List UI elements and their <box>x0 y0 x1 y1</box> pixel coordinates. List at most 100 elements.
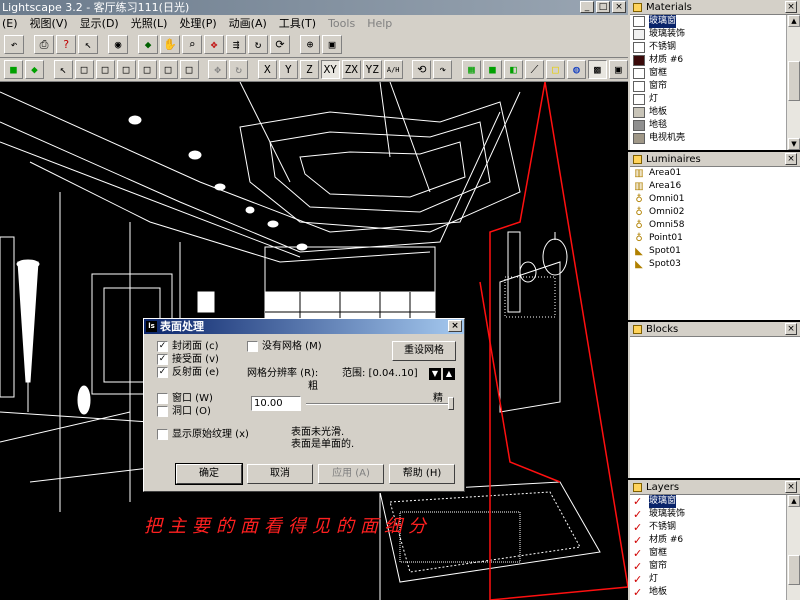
check-icon[interactable]: ✓ <box>633 548 645 559</box>
wire-cube-5-icon[interactable]: □ <box>158 60 178 79</box>
menu-light[interactable]: 光照(L) <box>131 15 168 32</box>
minimize-button[interactable]: _ <box>580 1 594 13</box>
materials-close-icon[interactable]: × <box>785 1 797 13</box>
reflecting-surface-checkbox[interactable]: ✓ <box>157 367 168 378</box>
menu-help[interactable]: Help <box>367 15 392 32</box>
rotate-object-icon[interactable]: ↻ <box>229 60 249 79</box>
materials-list[interactable]: 玻璃窗 玻璃装饰 不锈钢 材质 #6 窗框 窗帘 灯 地板 地毯 电视机壳 ▲ … <box>630 15 800 150</box>
solid-cube-icon[interactable]: ■ <box>482 60 502 79</box>
no-mesh-checkbox[interactable] <box>247 341 258 352</box>
cube-green2-icon[interactable]: ◧ <box>503 60 523 79</box>
pin-icon[interactable] <box>633 3 642 12</box>
luminaires-close-icon[interactable]: × <box>785 153 797 165</box>
list-item[interactable]: ▥ Area01 <box>630 167 800 180</box>
help-button[interactable]: 帮助 (H) <box>389 464 455 484</box>
window-label[interactable]: 窗口 (W) <box>172 392 213 405</box>
cube-green-icon[interactable]: ■ <box>4 60 23 79</box>
wire-cube-6-icon[interactable]: □ <box>179 60 199 79</box>
mesh-resolution-input[interactable]: 10.00 <box>251 396 301 411</box>
scroll-thumb[interactable] <box>788 61 800 101</box>
plane-yz-button[interactable]: YZ <box>362 60 382 79</box>
menu-display[interactable]: 显示(D) <box>80 15 119 32</box>
layers-close-icon[interactable]: × <box>785 481 797 493</box>
camera-icon[interactable]: ◉ <box>108 35 128 54</box>
move-icon[interactable]: ✥ <box>208 60 228 79</box>
list-item[interactable]: ♁ Omni02 <box>630 206 800 219</box>
plane-zx-button[interactable]: ZX <box>341 60 361 79</box>
render-icon[interactable]: ▩ <box>587 60 607 79</box>
zoom-icon[interactable]: ⊕ <box>300 35 320 54</box>
show-texture-checkbox[interactable] <box>157 429 168 440</box>
opening-label[interactable]: 洞口 (O) <box>172 405 211 418</box>
dolly-icon[interactable]: ⇶ <box>226 35 246 54</box>
curve-icon[interactable]: ↷ <box>433 60 453 79</box>
list-item[interactable]: ♁ Omni01 <box>630 193 800 206</box>
scroll-up-icon[interactable]: ▲ <box>788 495 800 507</box>
list-item[interactable]: ✓ 材质 #6 <box>630 534 800 547</box>
pan-icon[interactable]: ✥ <box>204 35 224 54</box>
window-checkbox[interactable] <box>157 393 168 404</box>
mesh-resolution-slider[interactable] <box>306 403 454 405</box>
list-item[interactable]: ♁ Omni58 <box>630 219 800 232</box>
align-button[interactable]: A/H <box>383 60 403 79</box>
wire-cube-1-icon[interactable]: □ <box>74 60 94 79</box>
check-icon[interactable]: ✓ <box>633 587 645 598</box>
list-item[interactable]: ✓ 灯 <box>630 573 800 586</box>
check-icon[interactable]: ✓ <box>633 522 645 533</box>
dialog-titlebar[interactable]: ls 表面处理 × <box>144 319 464 334</box>
list-item[interactable]: ✓ 窗帘 <box>630 560 800 573</box>
list-item[interactable]: 玻璃窗 <box>630 15 800 28</box>
no-mesh-label[interactable]: 没有网格 (M) <box>262 340 322 353</box>
menu-tools[interactable]: Tools <box>328 15 355 32</box>
layers-scrollbar[interactable]: ▲ <box>786 495 800 600</box>
plane-xy-button[interactable]: XY <box>320 60 340 79</box>
reflecting-surface-label[interactable]: 反射面 (e) <box>172 366 219 379</box>
list-item[interactable]: 不锈钢 <box>630 41 800 54</box>
menu-animation[interactable]: 动画(A) <box>229 15 267 32</box>
menu-edit[interactable]: (E) <box>2 15 18 32</box>
help-icon[interactable]: ? <box>56 35 76 54</box>
wire-cube-3-icon[interactable]: □ <box>116 60 136 79</box>
print-icon[interactable]: ⎙ <box>34 35 54 54</box>
slider-thumb[interactable] <box>448 397 454 410</box>
light-square-icon[interactable]: □ <box>545 60 565 79</box>
check-icon[interactable]: ✓ <box>633 561 645 572</box>
list-item[interactable]: 地板 <box>630 106 800 119</box>
spin-down-icon[interactable]: ▼ <box>429 368 441 380</box>
spin-up-icon[interactable]: ▲ <box>443 368 455 380</box>
check-icon[interactable]: ✓ <box>633 535 645 546</box>
close-button[interactable]: × <box>612 1 626 13</box>
layers-list[interactable]: ✓ 玻璃窗 ✓ 玻璃装饰 ✓ 不锈钢 ✓ 材质 #6 ✓ 窗框 ✓ 窗帘 ✓ 灯 ✓ 地板 ▲ <box>630 495 800 600</box>
list-item[interactable]: ▥ Area16 <box>630 180 800 193</box>
luminaires-list[interactable]: ▥ Area01 ▥ Area16 ♁ Omni01 ♁ Omni02 ♁ Omni58 … <box>630 167 800 271</box>
menu-view[interactable]: 视图(V) <box>30 15 68 32</box>
menu-process[interactable]: 处理(P) <box>179 15 216 32</box>
list-item[interactable]: ✓ 玻璃装饰 <box>630 508 800 521</box>
list-item[interactable]: ✓ 窗框 <box>630 547 800 560</box>
dialog-close-button[interactable]: × <box>448 320 462 332</box>
opening-checkbox[interactable] <box>157 406 168 417</box>
closed-surface-checkbox[interactable]: ✓ <box>157 341 168 352</box>
receiving-surface-label[interactable]: 接受面 (v) <box>172 353 219 366</box>
axis-x-button[interactable]: X <box>257 60 277 79</box>
list-item[interactable]: ◣ Spot01 <box>630 245 800 258</box>
layer-cubes-icon[interactable]: ▦ <box>461 60 481 79</box>
cube-solid-icon[interactable]: ◆ <box>24 60 44 79</box>
wand-icon[interactable]: ⟋ <box>524 60 544 79</box>
menu-tools-cn[interactable]: 工具(T) <box>279 15 316 32</box>
blocks-close-icon[interactable]: × <box>785 323 797 335</box>
show-texture-label[interactable]: 显示原始纹理 (x) <box>172 428 249 441</box>
list-item[interactable]: 电视机壳 <box>630 132 800 145</box>
apply-button[interactable]: 应用 (A) <box>318 464 384 484</box>
materials-scrollbar[interactable]: ▲ ▼ <box>786 15 800 150</box>
maximize-button[interactable]: □ <box>596 1 610 13</box>
list-item[interactable]: 窗框 <box>630 67 800 80</box>
pin-icon[interactable] <box>633 155 642 164</box>
list-item[interactable]: 地毯 <box>630 119 800 132</box>
list-item[interactable]: ♁ Point01 <box>630 232 800 245</box>
reset-mesh-button[interactable]: 重设网格 <box>392 341 456 361</box>
closed-surface-label[interactable]: 封闭面 (c) <box>172 340 218 353</box>
list-item[interactable]: 窗帘 <box>630 80 800 93</box>
eye-icon[interactable]: ◆ <box>138 35 158 54</box>
axis-z-button[interactable]: Z <box>299 60 319 79</box>
